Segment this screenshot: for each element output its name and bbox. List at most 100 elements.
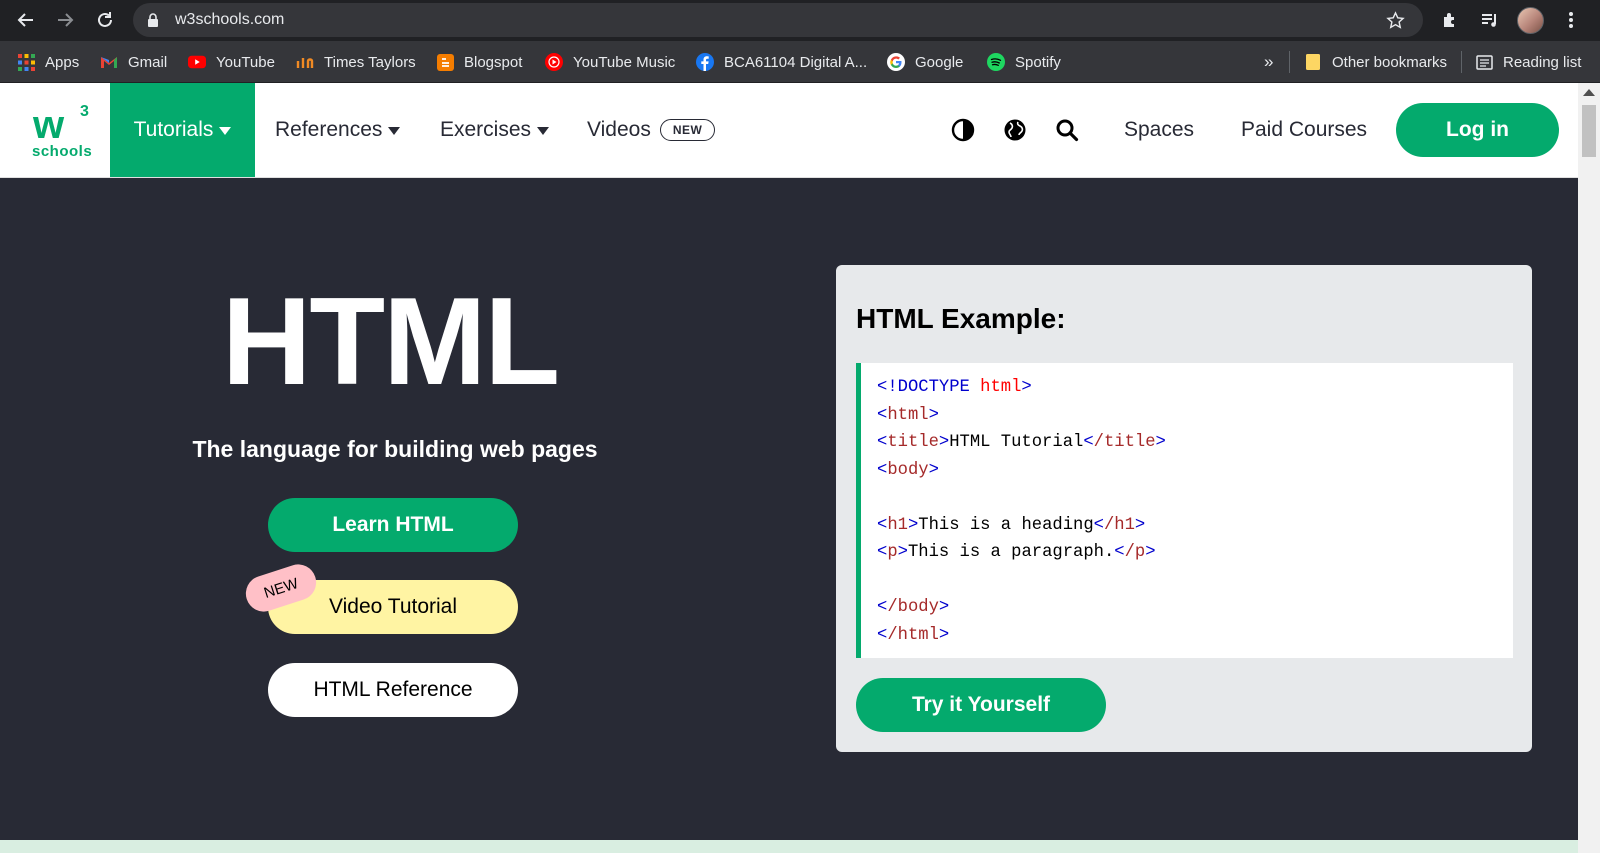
bookmark-label: Other bookmarks <box>1332 53 1448 71</box>
bookmarks-divider <box>1461 51 1462 73</box>
contrast-toggle-icon[interactable] <box>949 116 977 144</box>
logo-mark: w <box>33 103 64 147</box>
example-title: HTML Example: <box>856 303 1066 334</box>
nav-exercises-label: Exercises <box>440 118 532 141</box>
bookmark-google[interactable]: Google <box>887 41 963 83</box>
bookmark-label: YouTube <box>216 53 275 71</box>
html-reference-button[interactable]: HTML Reference <box>268 663 518 717</box>
learn-html-button[interactable]: Learn HTML <box>268 498 518 552</box>
code-token: /html <box>887 625 939 645</box>
code-token: < <box>877 433 888 452</box>
bookmark-label: Gmail <box>128 53 168 71</box>
globe-language-icon[interactable] <box>1001 116 1029 144</box>
url-text[interactable]: w3schools.com <box>175 3 284 37</box>
code-token: This is a paragraph. <box>907 543 1115 562</box>
scroll-up-arrow-icon[interactable] <box>1583 89 1595 96</box>
gmail-icon <box>100 53 118 71</box>
spotify-icon <box>987 53 1005 71</box>
caret-down-icon <box>219 127 232 135</box>
bookmark-bca61104[interactable]: BCA61104 Digital A... <box>696 41 867 83</box>
bookmark-apps[interactable]: Apps <box>17 41 79 83</box>
code-token: h1 <box>887 515 908 535</box>
code-line: <!DOCTYPE html> <box>877 374 1513 402</box>
page-scrollbar[interactable] <box>1578 83 1600 853</box>
code-token: > <box>1155 433 1166 452</box>
address-bar[interactable]: w3schools.com <box>133 3 1423 37</box>
profile-avatar[interactable] <box>1517 7 1544 34</box>
logo-wordmark: schools <box>32 143 93 160</box>
bookmark-label: BCA61104 Digital A... <box>724 53 868 71</box>
next-section-edge <box>0 840 1578 853</box>
lock-icon <box>147 13 159 33</box>
code-token: < <box>877 460 888 480</box>
bookmark-blogspot[interactable]: Blogspot <box>436 41 522 83</box>
try-it-yourself-button[interactable]: Try it Yourself <box>856 678 1106 732</box>
code-line: <title>HTML Tutorial</title> <box>877 429 1513 457</box>
code-token: /title <box>1093 433 1156 452</box>
code-token: > <box>928 405 939 425</box>
code-token: > <box>1134 515 1146 535</box>
search-icon[interactable] <box>1053 116 1081 144</box>
logo-superscript: 3 <box>80 103 89 120</box>
nav-exercises[interactable]: Exercises <box>440 83 550 177</box>
code-token: <!DOCTYPE <box>877 378 970 397</box>
code-token: > <box>938 433 950 452</box>
back-arrow-icon[interactable] <box>14 8 38 32</box>
code-token: html <box>887 405 929 425</box>
code-token: < <box>877 625 888 645</box>
code-token: < <box>877 543 888 562</box>
media-queue-icon[interactable] <box>1478 8 1502 32</box>
bookmark-youtube[interactable]: YouTube <box>188 41 275 83</box>
bookmark-gmail[interactable]: Gmail <box>100 41 167 83</box>
scrollbar-thumb[interactable] <box>1582 105 1596 157</box>
code-token: /body <box>887 598 939 617</box>
browser-menu-icon[interactable] <box>1559 8 1583 32</box>
browser-toolbar: w3schools.com <box>0 0 1600 41</box>
code-token: body <box>887 460 929 480</box>
html-example-card: HTML Example: <!DOCTYPE html> <html> <ti… <box>836 265 1532 752</box>
code-token: This is a heading <box>918 515 1094 535</box>
bookmark-youtube-music[interactable]: YouTube Music <box>545 41 675 83</box>
reload-icon[interactable] <box>93 8 117 32</box>
hero-subtitle: The language for building web pages <box>192 436 598 462</box>
login-button[interactable]: Log in <box>1396 103 1559 157</box>
code-token: > <box>938 625 950 645</box>
nav-references[interactable]: References <box>275 83 401 177</box>
code-line: <h1>This is a heading</h1> <box>877 512 1513 540</box>
extensions-puzzle-icon[interactable] <box>1438 8 1462 32</box>
reading-list-button[interactable]: Reading list <box>1475 41 1581 83</box>
caret-down-icon <box>537 127 550 135</box>
nav-videos-label: Videos <box>587 118 651 141</box>
code-line: <p>This is a paragraph.</p> <box>877 539 1513 567</box>
forward-arrow-icon[interactable] <box>53 8 77 32</box>
nav-paid-courses[interactable]: Paid Courses <box>1241 83 1367 177</box>
google-icon <box>887 53 905 71</box>
bookmark-label: Spotify <box>1015 53 1061 71</box>
bookmark-label: YouTube Music <box>573 53 676 71</box>
bookmarks-bar: Apps Gmail YouTube Times Taylors Blogspo… <box>0 41 1600 83</box>
more-bookmarks-chevron[interactable]: » <box>1264 41 1273 83</box>
bookmark-times-taylors[interactable]: Times Taylors <box>296 41 416 83</box>
code-token: < <box>877 405 888 425</box>
code-token: < <box>1093 515 1104 535</box>
bookmark-star-icon[interactable] <box>1386 11 1405 35</box>
bookmark-spotify[interactable]: Spotify <box>987 41 1061 83</box>
nav-tutorials[interactable]: Tutorials <box>110 83 255 177</box>
code-token: > <box>928 460 939 480</box>
bookmark-other-bookmarks[interactable]: Other bookmarks <box>1304 41 1447 83</box>
w3schools-logo[interactable]: w 3 schools <box>30 103 92 163</box>
code-token: < <box>1083 433 1094 452</box>
apps-grid-icon <box>17 53 35 71</box>
bookmarks-divider <box>1289 51 1290 73</box>
code-token: > <box>907 515 919 535</box>
code-token: title <box>887 433 939 452</box>
bookmark-label: Blogspot <box>464 53 523 71</box>
bookmark-label: Times Taylors <box>324 53 416 71</box>
caret-down-icon <box>388 127 401 135</box>
nav-references-label: References <box>275 118 383 141</box>
bookmark-label: Google <box>915 53 964 71</box>
site-top-nav: w 3 schools Tutorials References Exercis… <box>0 83 1578 178</box>
nav-videos[interactable]: Videos NEW <box>587 83 716 177</box>
nav-spaces[interactable]: Spaces <box>1124 83 1194 177</box>
